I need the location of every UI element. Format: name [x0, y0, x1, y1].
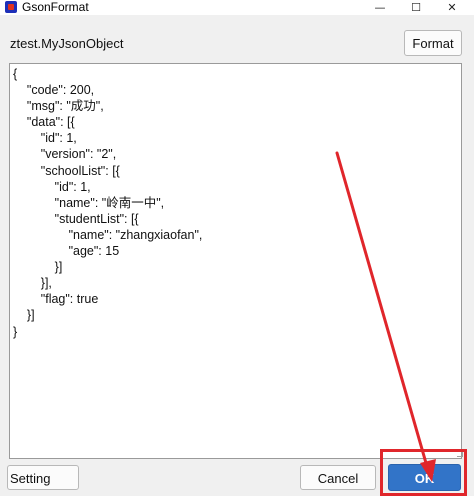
format-button[interactable]: Format — [404, 30, 462, 56]
maximize-icon[interactable]: ☐ — [398, 0, 434, 15]
resize-grip[interactable] — [457, 451, 463, 457]
app-icon — [5, 1, 17, 13]
close-icon[interactable]: ✕ — [434, 0, 470, 15]
ok-button[interactable]: OK — [388, 464, 461, 491]
window-title: GsonFormat — [22, 0, 89, 14]
minimize-icon[interactable]: — — [362, 0, 398, 15]
json-editor[interactable]: { "code": 200, "msg": "成功", "data": [{ "… — [9, 63, 462, 459]
title-bar: GsonFormat — ☐ ✕ — [0, 0, 474, 15]
cancel-button[interactable]: Cancel — [300, 465, 376, 490]
json-text[interactable]: { "code": 200, "msg": "成功", "data": [{ "… — [10, 64, 461, 340]
setting-button[interactable]: Setting — [7, 465, 79, 490]
class-name-label: ztest.MyJsonObject — [10, 36, 124, 51]
